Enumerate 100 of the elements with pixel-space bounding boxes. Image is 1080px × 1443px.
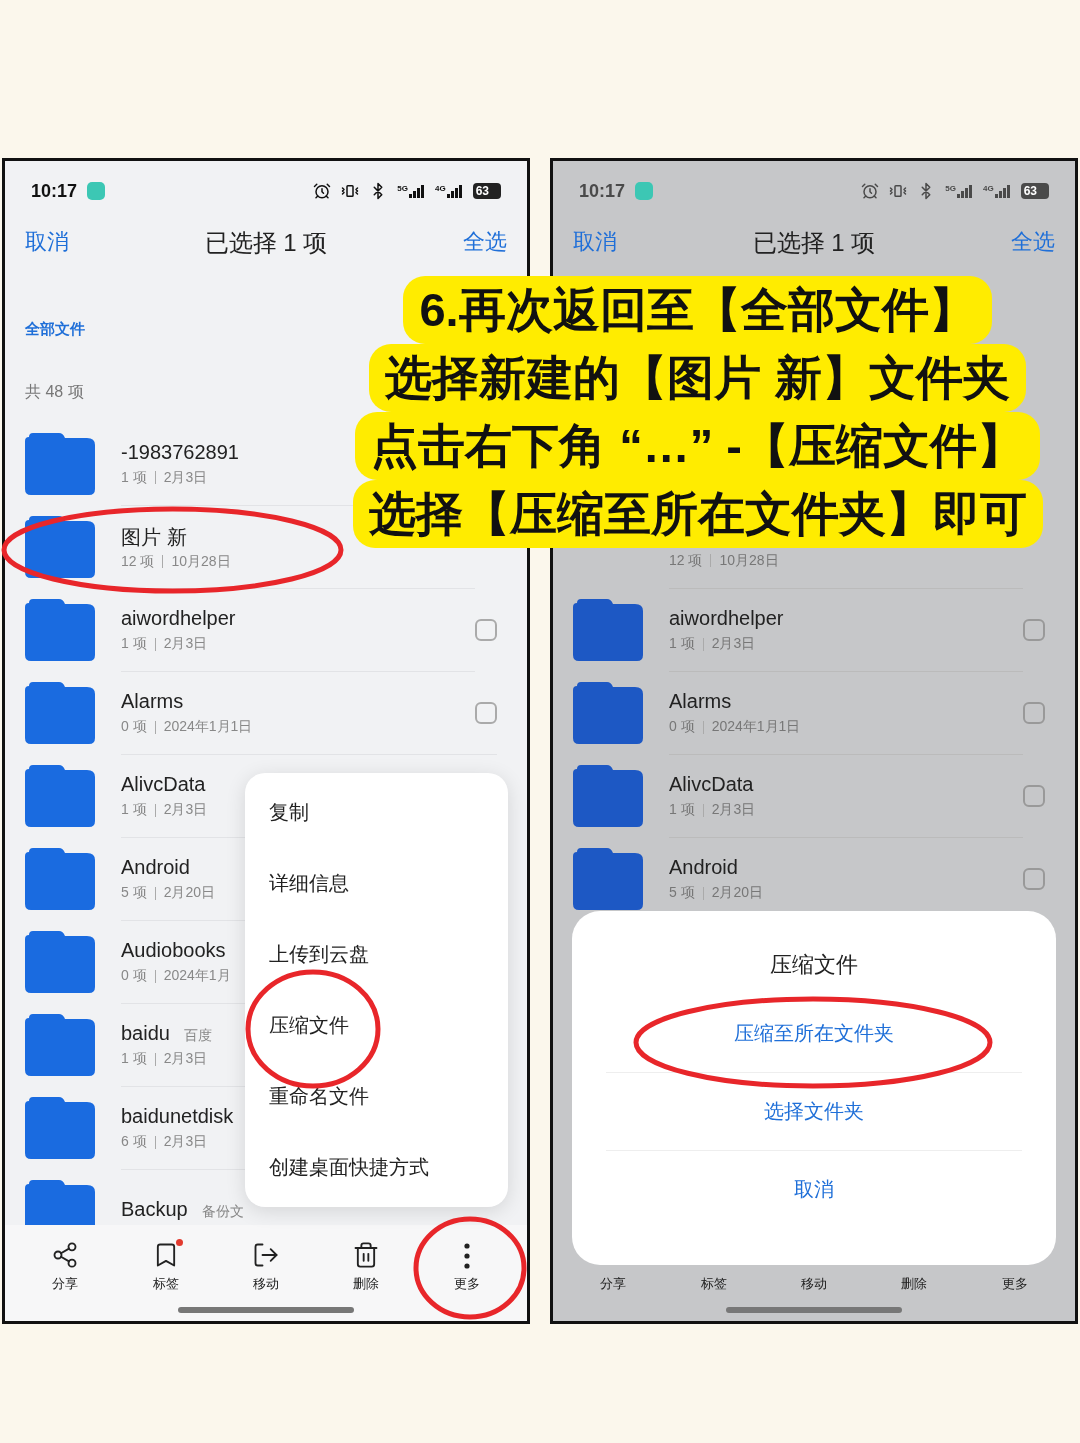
- folder-icon: [25, 847, 95, 910]
- folder-icon: [573, 598, 643, 661]
- vibrate-icon: [889, 182, 908, 200]
- folder-name[interactable]: Android: [669, 856, 738, 879]
- network-label: 4G: [982, 184, 994, 193]
- folder-name[interactable]: AlivcData: [669, 773, 754, 796]
- toolbar-button[interactable]: 移动: [230, 1231, 301, 1293]
- modified-date: 2月3日: [163, 1133, 208, 1151]
- alarm-icon: [313, 182, 332, 200]
- folder-icon: [25, 764, 95, 827]
- item-count: 1 项: [121, 635, 147, 653]
- menu-item[interactable]: 上传到云盘: [245, 919, 508, 990]
- modified-date: 2月3日: [163, 801, 208, 819]
- modified-date: 10月28日: [171, 552, 231, 571]
- menu-item[interactable]: 复制: [245, 777, 508, 848]
- selection-title: 已选择 1 项: [204, 228, 328, 258]
- network-label: 5G: [397, 184, 408, 193]
- status-time: 10:17: [579, 180, 626, 202]
- modified-date: 2月20日: [163, 884, 216, 902]
- item-count: 0 项: [121, 718, 147, 736]
- checkbox[interactable]: [1023, 784, 1045, 807]
- modified-date: 2月3日: [163, 468, 208, 487]
- folder-icon: [25, 432, 95, 495]
- folder-name[interactable]: Alarms: [121, 690, 184, 713]
- folder-icon: [25, 681, 95, 744]
- item-count: 6 项: [121, 1133, 147, 1151]
- more-icon: [463, 1243, 470, 1269]
- app-icon: [87, 182, 106, 200]
- checkbox[interactable]: [475, 701, 497, 724]
- menu-item[interactable]: 详细信息: [245, 848, 508, 919]
- folder-icon: [25, 1096, 95, 1159]
- folder-icon: [573, 847, 643, 910]
- sheet-option[interactable]: 压缩至所在文件夹: [606, 995, 1022, 1072]
- folder-name[interactable]: 图片 新: [121, 523, 187, 551]
- folder-name[interactable]: Android: [121, 856, 190, 879]
- toolbar-button[interactable]: 标签: [130, 1231, 201, 1293]
- cancel-link[interactable]: 取消: [25, 227, 69, 257]
- folder-icon: [25, 1179, 95, 1225]
- folder-icon: [573, 681, 643, 744]
- item-count: 0 项: [669, 718, 695, 736]
- toolbar-button[interactable]: 删除: [331, 1231, 402, 1293]
- folder-tag: 百度: [183, 1027, 212, 1045]
- vibrate-icon: [341, 182, 360, 200]
- folder-icon: [573, 764, 643, 827]
- network-label: 5G: [945, 184, 956, 193]
- menu-item[interactable]: 创建桌面快捷方式: [245, 1132, 508, 1203]
- item-count: 12 项: [121, 552, 155, 571]
- folder-name[interactable]: aiwordhelper: [121, 607, 236, 630]
- item-count: 12 项: [669, 551, 703, 570]
- folder-name[interactable]: -1983762891: [121, 440, 239, 464]
- checkbox[interactable]: [1023, 867, 1045, 890]
- sheet-option[interactable]: 选择文件夹: [606, 1072, 1022, 1150]
- menu-item[interactable]: 压缩文件: [245, 990, 508, 1061]
- caption-line: 选择新建的【图片 新】文件夹: [369, 344, 1026, 412]
- folder-tag: 备份文: [201, 1203, 244, 1221]
- folder-name[interactable]: Alarms: [669, 690, 732, 713]
- modified-date: 2月3日: [163, 635, 208, 653]
- item-count: 共 48 项: [25, 381, 84, 402]
- app-icon: [635, 182, 654, 200]
- modified-date: 2024年1月: [163, 967, 231, 985]
- battery-indicator: 63: [472, 183, 501, 199]
- item-count: 1 项: [121, 801, 147, 819]
- item-count: 1 项: [669, 801, 695, 819]
- checkbox[interactable]: [1023, 701, 1045, 724]
- menu-item[interactable]: 重命名文件: [245, 1061, 508, 1132]
- modified-date: 2024年1月1日: [163, 718, 253, 736]
- folder-name[interactable]: Audiobooks: [121, 939, 226, 962]
- folder-icon: [25, 1013, 95, 1076]
- folder-name[interactable]: aiwordhelper: [669, 607, 784, 630]
- breadcrumb[interactable]: 全部文件: [25, 320, 85, 339]
- signal-icon: [446, 184, 463, 198]
- item-count: 0 项: [121, 967, 147, 985]
- modified-date: 2月3日: [711, 635, 756, 653]
- select-all-link[interactable]: 全选: [463, 227, 507, 257]
- item-count: 1 项: [669, 635, 695, 653]
- caption-line: 点击右下角 “…” -【压缩文件】: [355, 412, 1040, 480]
- folder-name[interactable]: AlivcData: [121, 773, 206, 796]
- checkbox[interactable]: [475, 618, 497, 641]
- item-count: 5 项: [669, 884, 695, 902]
- signal-icon: [956, 184, 973, 198]
- selection-title: 已选择 1 项: [752, 228, 876, 258]
- caption-line: 6.再次返回至【全部文件】: [403, 276, 992, 344]
- folder-name[interactable]: Backup: [121, 1198, 188, 1221]
- folder-icon: [25, 930, 95, 993]
- sheet-title: 压缩文件: [770, 951, 858, 979]
- signal-icon: [408, 184, 425, 198]
- item-count: 1 项: [121, 468, 147, 487]
- alarm-icon: [861, 182, 880, 200]
- toolbar-button[interactable]: 分享: [30, 1231, 101, 1293]
- checkbox[interactable]: [1023, 618, 1045, 641]
- folder-name[interactable]: baidu: [121, 1022, 170, 1045]
- sheet-option[interactable]: 取消: [606, 1150, 1022, 1228]
- modified-date: 2月3日: [711, 801, 756, 819]
- folder-icon: [25, 515, 95, 578]
- folder-icon: [25, 598, 95, 661]
- modified-date: 2月3日: [163, 1050, 208, 1068]
- network-label: 4G: [434, 184, 446, 193]
- item-count: 5 项: [121, 884, 147, 902]
- battery-indicator: 63: [1020, 183, 1049, 199]
- folder-name[interactable]: baidunetdisk: [121, 1105, 234, 1128]
